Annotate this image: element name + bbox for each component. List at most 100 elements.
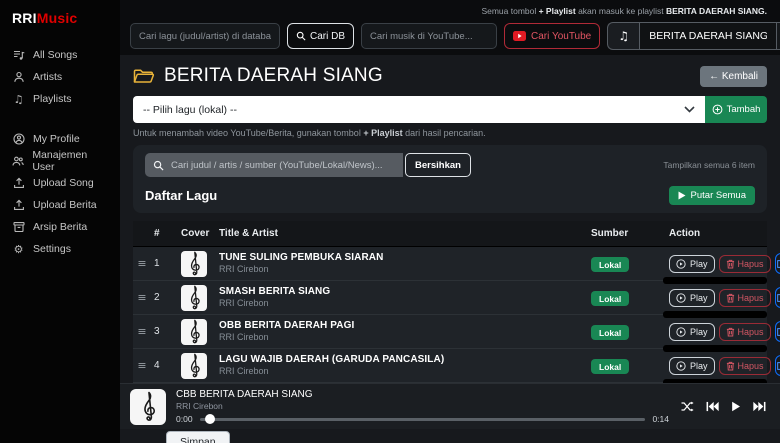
db-search-input[interactable] [130,23,280,49]
row-play-button[interactable]: Play [669,323,715,341]
row-audio-bar[interactable] [663,277,767,284]
shuffle-icon[interactable] [681,401,694,412]
sidebar-divider [12,110,108,128]
filter-search-wrap [145,153,403,177]
trash-icon [726,293,735,303]
sidebar-item-all-songs[interactable]: All Songs [12,44,108,66]
putar-semua-label: Putar Semua [691,190,746,201]
table-row: ≡ 2 SMASH BERITA SIANG RRI Cirebon Lokal… [133,281,767,315]
previous-icon[interactable] [706,401,719,412]
row-audio-bar[interactable] [663,311,767,318]
player-seek-thumb[interactable] [205,414,215,424]
artist-icon [12,71,25,83]
page-title: BERITA DAERAH SIANG [164,65,383,87]
drag-handle-icon[interactable]: ≡ [133,360,151,371]
cari-db-button[interactable]: Cari DB [287,23,354,49]
simpan-button[interactable]: Simpan [166,431,230,443]
sidebar-item-playlists[interactable]: ♫ Playlists [12,88,108,110]
yt-search-input[interactable] [361,23,497,49]
row-delete-button[interactable]: Hapus [719,323,771,341]
external-link-icon [776,327,780,337]
play-circle-icon [676,259,686,269]
trash-icon [726,327,735,337]
source-badge: Lokal [591,325,629,340]
list-title: Daftar Lagu [145,188,217,203]
cari-youtube-button[interactable]: Cari YouTube [504,23,600,49]
note-middle: akan masuk ke playlist [576,6,666,16]
add-hint-text: Untuk menambah video YouTube/Berita, gun… [133,128,767,138]
song-title: SMASH BERITA SIANG [219,286,569,299]
row-external-link-button[interactable] [775,287,780,308]
folder-icon [133,68,155,85]
trash-icon [726,259,735,269]
filter-search-input[interactable] [171,160,395,171]
playlist-name-input[interactable] [639,22,777,50]
profile-icon [12,133,25,145]
cover-art [181,251,207,277]
plus-circle-icon [712,104,723,115]
sidebar-item-upload-berita[interactable]: Upload Berita [12,194,108,216]
source-badge: Lokal [591,359,629,374]
drag-handle-icon[interactable]: ≡ [133,292,151,303]
drag-handle-icon[interactable]: ≡ [133,258,151,269]
row-delete-button[interactable]: Hapus [719,255,771,273]
row-play-button[interactable]: Play [669,255,715,273]
sidebar-item-my-profile[interactable]: My Profile [12,128,108,150]
external-link-icon [776,361,780,371]
row-play-button[interactable]: Play [669,289,715,307]
source-badge: Lokal [591,291,629,306]
filter-card: Bersihkan Tampilkan semua 6 item Daftar … [133,145,767,213]
sidebar-item-label: Artists [33,71,62,83]
row-external-link-button[interactable] [775,321,780,342]
play-icon [678,191,686,200]
drag-handle-icon[interactable]: ≡ [133,326,151,337]
song-artist: RRI Cirebon [219,298,569,309]
sidebar-item-arsip-berita[interactable]: Arsip Berita [12,216,108,238]
row-number: 1 [151,258,175,269]
player-timeline: 0:00 0:14 [176,414,669,424]
sidebar-item-settings[interactable]: ⚙ Settings [12,238,108,260]
row-audio-bar[interactable] [663,345,767,352]
row-external-link-button[interactable] [775,355,780,376]
sidebar-item-label: Upload Berita [33,199,97,211]
sidebar-item-label: Settings [33,243,71,255]
player-seek-bar[interactable] [200,418,646,421]
cari-db-label: Cari DB [310,31,345,42]
sidebar-item-label: Upload Song [33,177,94,189]
putar-semua-button[interactable]: Putar Semua [669,186,755,205]
row-external-link-button[interactable] [775,253,780,274]
tambah-button[interactable]: Tambah [705,96,767,123]
player-duration: 0:14 [652,414,669,424]
song-artist: RRI Cirebon [219,264,569,275]
sidebar-item-label: Playlists [33,93,72,105]
cari-youtube-label: Cari YouTube [531,31,591,42]
trash-icon [726,361,735,371]
list-header: Daftar Lagu Putar Semua [145,186,755,205]
filter-search-group: Bersihkan [145,153,471,177]
song-title: LAGU WAJIB DAERAH (GARUDA PANCASILA) [219,354,569,367]
source-badge: Lokal [591,257,629,272]
table-header: # Cover Title & Artist Sumber Action [133,221,767,247]
row-play-button[interactable]: Play [669,357,715,375]
play-icon[interactable] [731,401,741,412]
col-action: Action [655,228,767,239]
song-select[interactable]: -- Pilih lagu (lokal) -- [133,96,705,123]
sidebar-item-manajemen-user[interactable]: Manajemen User [12,150,108,172]
row-delete-button[interactable]: Hapus [719,289,771,307]
cover-art [181,285,207,311]
sidebar: RRIMusic All Songs Artists ♫ Playlists M… [0,0,120,443]
sidebar-item-artists[interactable]: Artists [12,66,108,88]
show-all-link[interactable]: Tampilkan semua 6 item [663,160,755,170]
sidebar-item-label: My Profile [33,133,80,145]
play-circle-icon [676,327,686,337]
next-icon[interactable] [753,401,766,412]
row-delete-button[interactable]: Hapus [719,357,771,375]
kembali-button[interactable]: ← Kembali [700,66,767,87]
page-header: BERITA DAERAH SIANG ← Kembali [133,62,767,90]
play-circle-icon [676,361,686,371]
add-song-row: -- Pilih lagu (lokal) -- Tambah [133,96,767,123]
song-artist: RRI Cirebon [219,366,569,377]
search-icon [296,31,306,41]
sidebar-item-upload-song[interactable]: Upload Song [12,172,108,194]
bersihkan-button[interactable]: Bersihkan [405,153,471,177]
